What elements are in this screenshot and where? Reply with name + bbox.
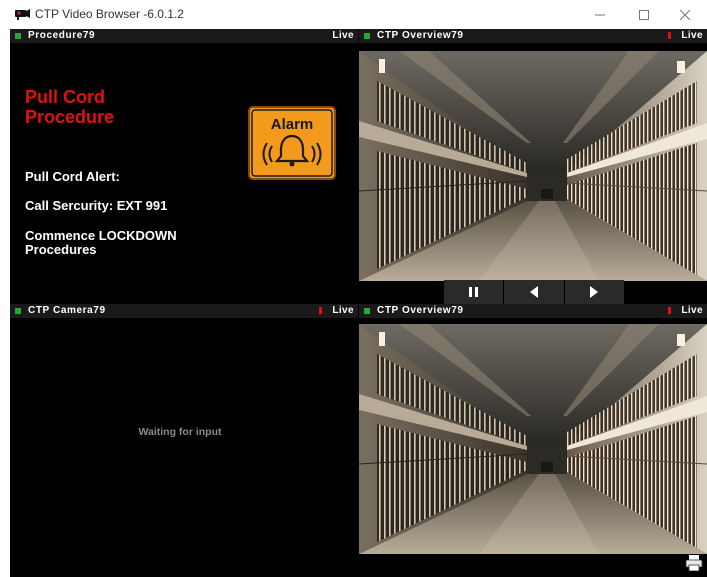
playback-controls xyxy=(444,280,624,304)
panel-header: CTP Overview79 Live xyxy=(359,29,707,43)
status-indicator xyxy=(15,308,21,314)
printer-icon xyxy=(685,555,703,572)
video-wall: Procedure79 Live Pull Cord Procedure Ala… xyxy=(10,29,707,577)
alarm-sign: Alarm xyxy=(248,106,336,180)
next-icon xyxy=(590,286,599,298)
overview-panel-top[interactable]: CTP Overview79 Live xyxy=(359,29,707,283)
alert-text: Pull Cord Alert: xyxy=(25,169,120,184)
status-indicator xyxy=(364,308,370,314)
close-icon xyxy=(680,9,690,20)
overview-panel-bottom[interactable]: CTP Overview79 Live xyxy=(359,304,707,577)
previous-icon xyxy=(529,286,538,298)
lockdown-text-line2: Procedures xyxy=(25,242,97,257)
camera-panel[interactable]: CTP Camera79 Live Waiting for input xyxy=(10,304,358,577)
panel-title: CTP Overview79 xyxy=(377,305,464,316)
panel-title: CTP Camera79 xyxy=(28,305,106,316)
procedure-title-line1: Pull Cord xyxy=(25,87,105,107)
live-indicator xyxy=(668,32,671,39)
close-button[interactable] xyxy=(663,0,707,29)
procedure-title-line2: Procedure xyxy=(25,107,115,127)
security-extension-text: Call Sercurity: EXT 991 xyxy=(25,198,168,213)
minimize-icon xyxy=(595,14,605,15)
window-title: CTP Video Browser -6.0.1.2 xyxy=(35,7,184,21)
cellblock-video-image xyxy=(359,51,707,281)
maximize-icon xyxy=(639,9,649,20)
alarm-label: Alarm xyxy=(271,116,314,133)
panel-title: Procedure79 xyxy=(28,30,96,41)
lockdown-text-line1: Commence LOCKDOWN xyxy=(25,228,177,243)
alarm-bell-icon: Alarm xyxy=(248,106,336,180)
live-label: Live xyxy=(332,305,354,316)
procedure-panel[interactable]: Procedure79 Live Pull Cord Procedure Ala… xyxy=(10,29,358,283)
maximize-button[interactable] xyxy=(622,0,666,29)
procedure-title: Pull Cord Procedure xyxy=(25,87,114,127)
panel-header: Procedure79 Live xyxy=(10,29,358,43)
cellblock-video-image xyxy=(359,324,707,554)
live-label: Live xyxy=(681,305,703,316)
pause-icon xyxy=(468,287,478,297)
live-label: Live xyxy=(332,30,354,41)
video-feed[interactable] xyxy=(359,51,707,281)
next-button[interactable] xyxy=(564,280,624,304)
pause-button[interactable] xyxy=(444,280,505,304)
live-indicator xyxy=(668,307,671,314)
status-indicator xyxy=(364,33,370,39)
panel-title: CTP Overview79 xyxy=(377,30,464,41)
live-indicator xyxy=(319,307,322,314)
camera-app-icon xyxy=(15,9,30,20)
video-feed[interactable] xyxy=(359,324,707,554)
minimize-button[interactable] xyxy=(578,0,622,29)
panel-header: CTP Camera79 Live xyxy=(10,304,358,318)
previous-button[interactable] xyxy=(504,280,565,304)
panel-header: CTP Overview79 Live xyxy=(359,304,707,318)
live-label: Live xyxy=(681,30,703,41)
waiting-message: Waiting for input xyxy=(138,426,222,438)
title-bar: CTP Video Browser -6.0.1.2 xyxy=(0,0,707,29)
print-button[interactable] xyxy=(685,555,703,572)
status-indicator xyxy=(15,33,21,39)
